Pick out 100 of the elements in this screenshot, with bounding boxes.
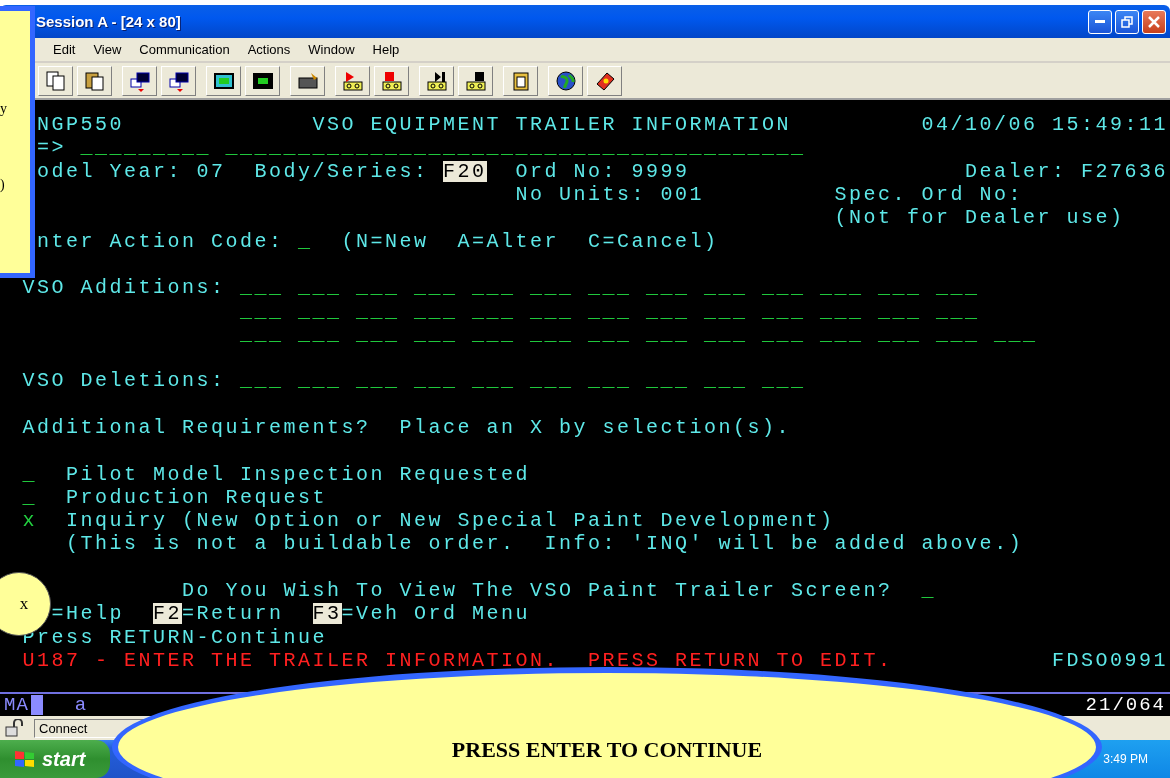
toolbar-button[interactable] bbox=[503, 65, 538, 96]
input-field[interactable]: ___ bbox=[298, 323, 342, 345]
menu-item[interactable]: Window bbox=[299, 42, 364, 57]
toolbar-button[interactable] bbox=[206, 65, 241, 96]
clock: 3:49 PM bbox=[1103, 752, 1148, 766]
input-field[interactable]: ___ bbox=[994, 323, 1038, 345]
input-field[interactable]: ___ bbox=[298, 277, 342, 299]
input-field[interactable]: ___ bbox=[414, 277, 458, 299]
input-field[interactable]: _ bbox=[22, 486, 37, 508]
terminal-text: Do You Wish To View The VSO Paint Trailer Screen? bbox=[182, 580, 893, 602]
terminal-text: nter Action Code: bbox=[37, 230, 284, 252]
copy-icon bbox=[44, 69, 67, 92]
toolbar-button[interactable] bbox=[458, 65, 493, 96]
windows-logo-icon bbox=[14, 749, 36, 769]
banner-text: PRESS ENTER TO CONTINUE bbox=[451, 737, 763, 764]
input-field[interactable]: ___ bbox=[530, 277, 574, 299]
menu-item[interactable]: Edit bbox=[44, 42, 85, 57]
play-icon bbox=[425, 69, 448, 92]
toolbar-button[interactable] bbox=[161, 65, 196, 96]
input-field[interactable]: _________ bbox=[80, 137, 212, 159]
input-field[interactable]: _ bbox=[22, 463, 37, 485]
input-field[interactable]: ___ bbox=[240, 370, 284, 392]
input-field[interactable]: ___ bbox=[356, 323, 400, 345]
input-field[interactable]: ___ bbox=[878, 277, 922, 299]
input-field[interactable]: ___ bbox=[820, 323, 864, 345]
input-field[interactable]: ___ bbox=[414, 300, 458, 322]
input-field[interactable]: ___ bbox=[588, 300, 632, 322]
input-field[interactable]: ___ bbox=[878, 300, 922, 322]
terminal-text: =Return bbox=[182, 603, 284, 625]
input-field[interactable]: _ bbox=[921, 580, 936, 602]
input-field[interactable]: ___ bbox=[472, 300, 516, 322]
toolbar-button[interactable] bbox=[374, 65, 409, 96]
input-field[interactable]: ___ bbox=[356, 277, 400, 299]
terminal-text: NGP550 bbox=[37, 114, 124, 136]
input-field[interactable]: ___ bbox=[762, 370, 806, 392]
menu-item[interactable]: Help bbox=[363, 42, 409, 57]
input-field[interactable]: ___ bbox=[414, 370, 458, 392]
windows-icon bbox=[128, 69, 151, 92]
input-field[interactable]: ___ bbox=[588, 277, 632, 299]
input-field[interactable]: ___ bbox=[704, 300, 748, 322]
restore-button[interactable] bbox=[1115, 9, 1139, 34]
input-field[interactable]: ___ bbox=[762, 277, 806, 299]
input-field[interactable]: ___ bbox=[646, 323, 690, 345]
terminal-text: =Help bbox=[51, 603, 124, 625]
note-text: ) bbox=[0, 177, 6, 193]
menu-item[interactable]: View bbox=[84, 42, 131, 57]
toolbar-button[interactable] bbox=[548, 65, 583, 96]
input-field[interactable]: ___ bbox=[530, 370, 574, 392]
terminal-text: VSO Additions: bbox=[22, 277, 226, 299]
input-field[interactable]: ___ bbox=[472, 277, 516, 299]
input-field[interactable]: ___ bbox=[762, 300, 806, 322]
input-indicator: a bbox=[74, 694, 88, 716]
input-field[interactable]: ___ bbox=[298, 370, 342, 392]
start-button[interactable]: start bbox=[0, 740, 110, 778]
cursor-position: 21/064 bbox=[1085, 694, 1166, 716]
input-field[interactable]: ___ bbox=[820, 300, 864, 322]
toolbar-button[interactable] bbox=[122, 65, 157, 96]
input-field[interactable]: ___ bbox=[936, 323, 980, 345]
input-field[interactable]: ___ bbox=[936, 277, 980, 299]
input-field[interactable]: ___ bbox=[646, 300, 690, 322]
minimize-button[interactable] bbox=[1088, 9, 1112, 34]
highlighted-text: F2 bbox=[153, 603, 182, 625]
input-field[interactable]: ___ bbox=[356, 300, 400, 322]
menu-item[interactable]: Communication bbox=[130, 42, 239, 57]
input-field[interactable]: ___ bbox=[414, 323, 458, 345]
input-field[interactable]: ___ bbox=[588, 323, 632, 345]
input-field[interactable]: _ bbox=[298, 230, 313, 252]
toolbar-button[interactable] bbox=[587, 65, 622, 96]
close-button[interactable] bbox=[1142, 9, 1166, 34]
toolbar-button[interactable] bbox=[419, 65, 454, 96]
input-field[interactable]: ___ bbox=[704, 323, 748, 345]
input-field[interactable]: ___ bbox=[762, 323, 806, 345]
toolbar-button[interactable] bbox=[77, 65, 112, 96]
terminal-text: VSO EQUIPMENT TRAILER INFORMATION bbox=[312, 114, 792, 136]
input-field[interactable]: ___ bbox=[704, 370, 748, 392]
input-field[interactable]: ___ bbox=[704, 277, 748, 299]
input-field[interactable]: ___ bbox=[820, 277, 864, 299]
toolbar-button[interactable] bbox=[245, 65, 280, 96]
input-field[interactable]: ___ bbox=[472, 370, 516, 392]
input-field[interactable]: ___ bbox=[240, 300, 284, 322]
input-field[interactable]: ___ bbox=[646, 277, 690, 299]
globe-icon bbox=[554, 69, 577, 92]
input-field[interactable]: ___ bbox=[936, 300, 980, 322]
input-field[interactable]: ___ bbox=[472, 323, 516, 345]
menu-item[interactable]: Actions bbox=[238, 42, 300, 57]
input-field[interactable]: ___ bbox=[356, 370, 400, 392]
toolbar-button[interactable] bbox=[290, 65, 325, 96]
input-field[interactable]: ___ bbox=[298, 300, 342, 322]
toolbar-button[interactable] bbox=[335, 65, 370, 96]
input-field[interactable]: ___ bbox=[530, 300, 574, 322]
input-field[interactable]: ___ bbox=[588, 370, 632, 392]
input-field[interactable]: x bbox=[22, 510, 37, 532]
input-field[interactable]: ___ bbox=[646, 370, 690, 392]
input-field[interactable]: ___ bbox=[240, 277, 284, 299]
input-field[interactable]: ___ bbox=[240, 323, 284, 345]
input-field[interactable]: ___ bbox=[530, 323, 574, 345]
terminal-text: No Units: 001 bbox=[515, 184, 705, 206]
input-field[interactable]: ___ bbox=[878, 323, 922, 345]
terminal-text: Pilot Model Inspection Requested bbox=[66, 463, 531, 485]
input-field[interactable]: ________________________________________ bbox=[225, 137, 806, 159]
